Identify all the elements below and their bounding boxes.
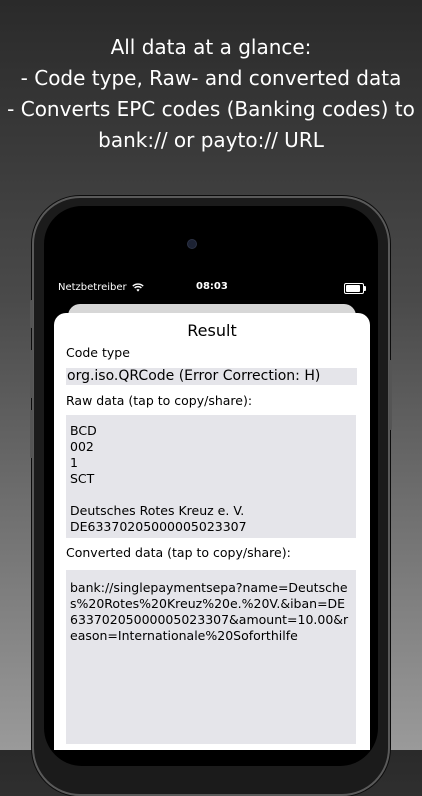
headline-line-1: All data at a glance: [110,35,312,59]
wifi-icon [131,283,144,292]
raw-line: SCT [70,471,95,486]
battery-icon [344,283,366,294]
raw-line: Deutsches Rotes Kreuz e. V. [70,503,245,518]
raw-line: BCD [70,423,97,438]
result-title: Result [187,321,237,340]
raw-line: 1 [70,455,78,470]
promo-headline: All data at a glance: - Code type, Raw- … [0,32,422,156]
headline-line-2: - Code type, Raw- and converted data [20,66,402,90]
power-button [389,360,392,430]
raw-data-field[interactable]: BCD 002 1 SCT Deutsches Rotes Kreuz e. V… [66,415,356,538]
carrier-name: Netzbetreiber [58,282,127,293]
headline-line-3: - Converts EPC codes (Banking codes) to [7,97,415,121]
raw-data-label: Raw data (tap to copy/share): [66,393,253,408]
status-bar: Netzbetreiber 08:03 [0,276,422,300]
raw-line [66,487,356,503]
carrier-info: Netzbetreiber [58,282,144,293]
code-type-label: Code type [66,345,130,360]
result-sheet: Result Code type org.iso.QRCode (Error C… [54,313,370,750]
raw-line: DE63370205000005023307 [70,519,247,534]
raw-line: 002 [70,439,94,454]
silent-switch [30,300,33,328]
converted-data-label: Converted data (tap to copy/share): [66,545,291,560]
clock: 08:03 [196,281,228,292]
headline-line-4: bank:// or payto:// URL [98,128,324,152]
converted-data-field[interactable]: bank://singlepaymentsepa?name=Deutsches%… [66,570,356,744]
front-camera-icon [188,240,196,248]
volume-up-button [30,350,33,398]
volume-down-button [30,410,33,458]
converted-data-text: bank://singlepaymentsepa?name=Deutsches%… [70,580,349,643]
code-type-value: org.iso.QRCode (Error Correction: H) [66,368,357,385]
